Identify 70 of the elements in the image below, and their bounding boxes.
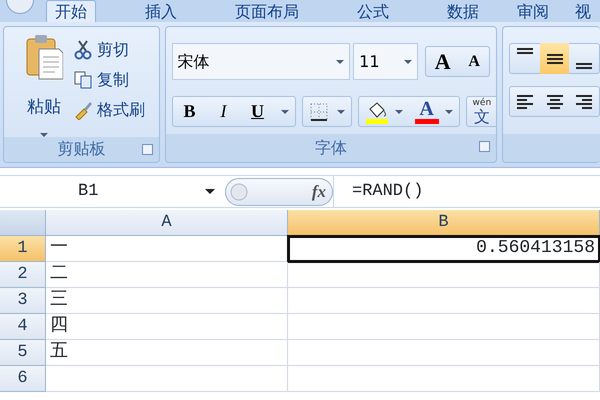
- cell[interactable]: [288, 366, 600, 392]
- cell[interactable]: [288, 262, 600, 288]
- caret-icon: [394, 110, 403, 114]
- group-label: 字体: [314, 137, 347, 159]
- align-right-icon: [574, 94, 594, 108]
- insert-function-button[interactable]: fx: [312, 178, 326, 204]
- select-all-button[interactable]: [0, 210, 46, 236]
- align-center-icon: [544, 94, 565, 108]
- fill-bucket-icon: [364, 100, 389, 124]
- ribbon-tab[interactable]: 插入: [136, 0, 186, 22]
- clipboard-icon: [25, 33, 63, 81]
- row-header[interactable]: 6: [0, 366, 46, 392]
- name-box[interactable]: B1: [0, 176, 225, 207]
- group-label: 剪贴板: [57, 138, 106, 160]
- phonetic-button[interactable]: wén 文: [466, 96, 496, 127]
- italic-button[interactable]: I: [206, 97, 241, 126]
- font-color-button[interactable]: A: [414, 99, 439, 124]
- cell[interactable]: 四: [46, 314, 288, 340]
- row-header[interactable]: 2: [0, 262, 46, 288]
- bold-button[interactable]: B: [172, 97, 207, 126]
- office-button[interactable]: [6, 0, 34, 14]
- caret-icon: [280, 110, 289, 114]
- ribbon-tab[interactable]: 页面布局: [226, 0, 308, 22]
- align-middle-icon: [544, 54, 565, 64]
- cell[interactable]: 二: [46, 262, 288, 288]
- grow-font-button[interactable]: A: [426, 47, 460, 76]
- scissors-icon: [74, 40, 93, 60]
- font-size-field[interactable]: 11: [353, 43, 418, 80]
- cell[interactable]: 五: [46, 340, 288, 366]
- caret-icon: [336, 60, 344, 64]
- row-header[interactable]: 1: [0, 236, 46, 262]
- round-knob-icon: [230, 182, 248, 200]
- ribbon-command[interactable]: 格式刷: [74, 95, 145, 125]
- shrink-font-button[interactable]: A: [459, 47, 490, 76]
- row-header[interactable]: 4: [0, 314, 46, 340]
- cell[interactable]: 0.560413158: [288, 236, 600, 262]
- ribbon-tab[interactable]: 公式: [348, 0, 398, 22]
- cell[interactable]: [46, 366, 288, 392]
- cell[interactable]: [288, 288, 600, 314]
- ribbon-tab[interactable]: 审阅: [508, 0, 558, 22]
- underline-button[interactable]: U: [240, 97, 275, 126]
- ribbon-tab[interactable]: 数据: [438, 0, 488, 22]
- brush-icon: [74, 100, 93, 120]
- font-name-field[interactable]: 宋体: [172, 43, 350, 80]
- ribbon-command[interactable]: 复制: [74, 65, 145, 95]
- align-left-icon: [514, 94, 535, 108]
- borders-icon: [308, 102, 329, 122]
- caret-icon: [404, 60, 412, 64]
- ribbon-tab[interactable]: 视: [566, 0, 600, 22]
- caret-icon: [444, 110, 453, 114]
- align-top-icon: [514, 48, 535, 54]
- caret-icon: [205, 189, 215, 194]
- cell[interactable]: [288, 340, 600, 366]
- align-bottom-icon: [574, 63, 594, 69]
- caret-icon: [336, 110, 345, 114]
- row-header[interactable]: 5: [0, 340, 46, 366]
- row-header[interactable]: 3: [0, 288, 46, 314]
- cell[interactable]: [288, 314, 600, 340]
- launcher-icon[interactable]: [142, 144, 153, 154]
- middle-align-button[interactable]: [540, 43, 570, 74]
- ribbon-command[interactable]: 剪切: [74, 35, 145, 65]
- column-header[interactable]: A: [46, 210, 288, 236]
- paste-label[interactable]: 粘贴: [27, 95, 61, 120]
- column-header[interactable]: B: [288, 210, 600, 236]
- ribbon-tab[interactable]: 开始: [46, 0, 96, 22]
- copy-icon: [74, 70, 93, 90]
- cell[interactable]: 一: [46, 236, 288, 262]
- launcher-icon[interactable]: [479, 141, 490, 152]
- formula-field[interactable]: =RAND(): [333, 176, 600, 207]
- cell[interactable]: 三: [46, 288, 288, 314]
